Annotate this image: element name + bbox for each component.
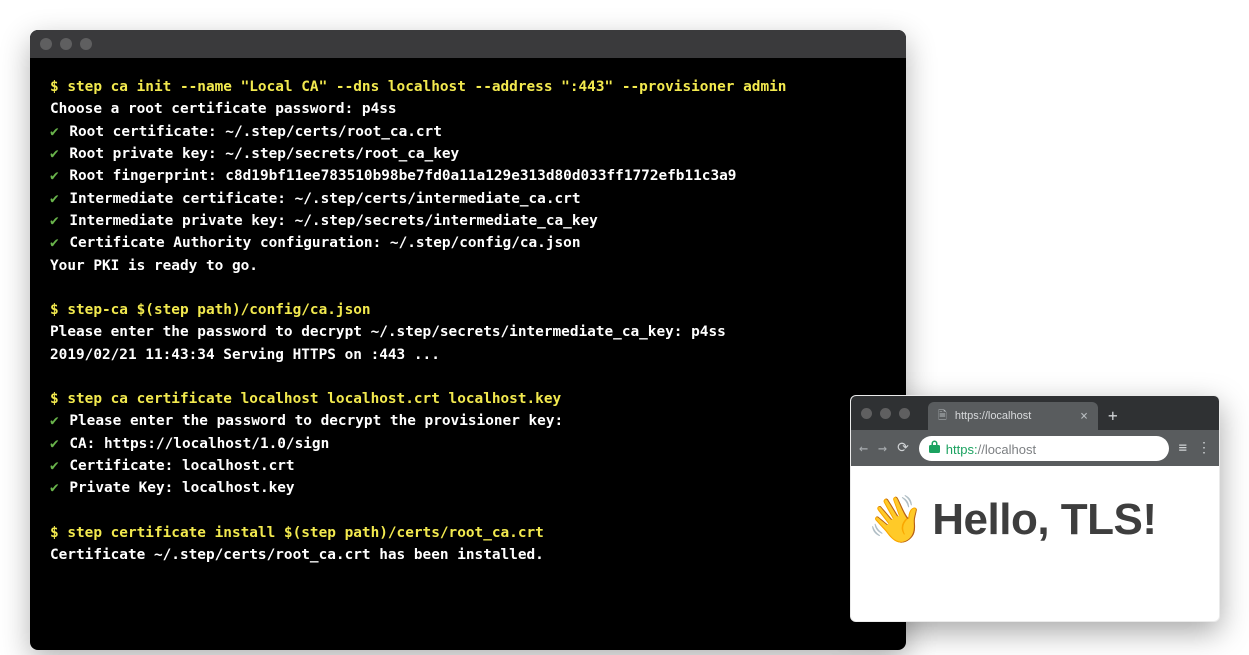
prompt: $ — [50, 79, 67, 95]
check-icon: ✔ — [50, 213, 59, 229]
command-text: step-ca $(step path)/config/ca.json — [67, 302, 370, 318]
terminal-line: Certificate ~/.step/certs/root_ca.crt ha… — [50, 544, 886, 566]
output-text: Intermediate certificate: ~/.step/certs/… — [61, 191, 581, 207]
output-text: Please enter the password to decrypt ~/.… — [50, 324, 726, 340]
terminal-line: ✔ Please enter the password to decrypt t… — [50, 410, 886, 432]
wave-emoji: 👋 — [867, 492, 924, 547]
terminal-titlebar — [30, 30, 906, 58]
reload-button[interactable]: ⟳ — [897, 440, 909, 456]
terminal-line: ✔ Intermediate private key: ~/.step/secr… — [50, 210, 886, 232]
terminal-line: 2019/02/21 11:43:34 Serving HTTPS on :44… — [50, 344, 886, 366]
check-icon: ✔ — [50, 124, 59, 140]
new-tab-button[interactable]: + — [1108, 406, 1118, 425]
terminal-line: ✔ Root fingerprint: c8d19bf11ee783510b98… — [50, 165, 886, 187]
blank-line — [50, 366, 886, 388]
url-host: //localhost — [978, 442, 1037, 457]
command-text: step ca init --name "Local CA" --dns loc… — [67, 79, 786, 95]
terminal-line: Choose a root certificate password: p4ss — [50, 98, 886, 120]
terminal-line: $ step-ca $(step path)/config/ca.json — [50, 299, 886, 321]
check-icon: ✔ — [50, 436, 59, 452]
check-icon: ✔ — [50, 168, 59, 184]
forward-button[interactable]: → — [878, 439, 887, 457]
check-icon: ✔ — [50, 191, 59, 207]
output-text: Root certificate: ~/.step/certs/root_ca.… — [61, 124, 442, 140]
output-text: Intermediate private key: ~/.step/secret… — [61, 213, 598, 229]
page-content: 👋 Hello, TLS! — [851, 466, 1219, 573]
browser-chrome: 🗎 https://localhost × + ← → ⟳ https://lo… — [851, 396, 1219, 466]
output-text: Your PKI is ready to go. — [50, 258, 258, 274]
page-heading: Hello, TLS! — [932, 495, 1156, 545]
terminal-line: ✔ Root certificate: ~/.step/certs/root_c… — [50, 121, 886, 143]
check-icon: ✔ — [50, 146, 59, 162]
tab-title: https://localhost — [955, 410, 1072, 422]
output-text: Please enter the password to decrypt the… — [61, 413, 564, 429]
output-text: CA: https://localhost/1.0/sign — [61, 436, 330, 452]
toolbar-right: ≡ ⋮ — [1179, 440, 1211, 456]
page-icon: 🗎 — [938, 407, 947, 426]
check-icon: ✔ — [50, 235, 59, 251]
output-text: Certificate: localhost.crt — [61, 458, 295, 474]
window-minimize-button[interactable] — [880, 408, 891, 419]
url-text: https://localhost — [946, 439, 1036, 458]
back-button[interactable]: ← — [859, 439, 868, 457]
terminal-window: $ step ca init --name "Local CA" --dns l… — [30, 30, 906, 650]
browser-tab[interactable]: 🗎 https://localhost × — [928, 402, 1098, 430]
output-text: Certificate ~/.step/certs/root_ca.crt ha… — [50, 547, 544, 563]
browser-window-controls — [861, 408, 910, 419]
window-close-button[interactable] — [40, 38, 52, 50]
terminal-line: ✔ Private Key: localhost.key — [50, 477, 886, 499]
command-text: step ca certificate localhost localhost.… — [67, 391, 561, 407]
browser-toolbar: ← → ⟳ https://localhost ≡ ⋮ — [851, 430, 1219, 466]
command-text: step certificate install $(step path)/ce… — [67, 525, 544, 541]
prompt: $ — [50, 302, 67, 318]
terminal-line: ✔ CA: https://localhost/1.0/sign — [50, 433, 886, 455]
browser-tabbar: 🗎 https://localhost × + — [851, 396, 1219, 430]
window-minimize-button[interactable] — [60, 38, 72, 50]
address-bar[interactable]: https://localhost — [919, 436, 1169, 461]
terminal-line: ✔ Root private key: ~/.step/secrets/root… — [50, 143, 886, 165]
prompt: $ — [50, 391, 67, 407]
blank-line — [50, 277, 886, 299]
terminal-line: ✔ Certificate: localhost.crt — [50, 455, 886, 477]
terminal-line: $ step ca init --name "Local CA" --dns l… — [50, 76, 886, 98]
terminal-line: Your PKI is ready to go. — [50, 255, 886, 277]
output-text: Certificate Authority configuration: ~/.… — [61, 235, 581, 251]
window-zoom-button[interactable] — [80, 38, 92, 50]
lock-icon — [929, 440, 940, 456]
terminal-line: ✔ Certificate Authority configuration: ~… — [50, 232, 886, 254]
prompt: $ — [50, 525, 67, 541]
nav-controls: ← → ⟳ — [859, 439, 909, 457]
output-text: Root fingerprint: c8d19bf11ee783510b98be… — [61, 168, 737, 184]
terminal-line: $ step ca certificate localhost localhos… — [50, 388, 886, 410]
close-tab-icon[interactable]: × — [1080, 410, 1088, 423]
browser-window: 🗎 https://localhost × + ← → ⟳ https://lo… — [850, 395, 1220, 622]
output-text: 2019/02/21 11:43:34 Serving HTTPS on :44… — [50, 347, 440, 363]
output-text: Private Key: localhost.key — [61, 480, 295, 496]
terminal-output[interactable]: $ step ca init --name "Local CA" --dns l… — [30, 58, 906, 584]
output-text: Choose a root certificate password: p4ss — [50, 101, 397, 117]
menu-icon[interactable]: ⋮ — [1197, 440, 1211, 456]
terminal-line: ✔ Intermediate certificate: ~/.step/cert… — [50, 188, 886, 210]
terminal-line: $ step certificate install $(step path)/… — [50, 522, 886, 544]
extensions-icon[interactable]: ≡ — [1179, 440, 1187, 456]
window-close-button[interactable] — [861, 408, 872, 419]
check-icon: ✔ — [50, 413, 59, 429]
url-protocol: https: — [946, 442, 978, 457]
output-text: Root private key: ~/.step/secrets/root_c… — [61, 146, 460, 162]
check-icon: ✔ — [50, 480, 59, 496]
blank-line — [50, 500, 886, 522]
terminal-line: Please enter the password to decrypt ~/.… — [50, 321, 886, 343]
window-zoom-button[interactable] — [899, 408, 910, 419]
check-icon: ✔ — [50, 458, 59, 474]
window-controls — [40, 38, 92, 50]
